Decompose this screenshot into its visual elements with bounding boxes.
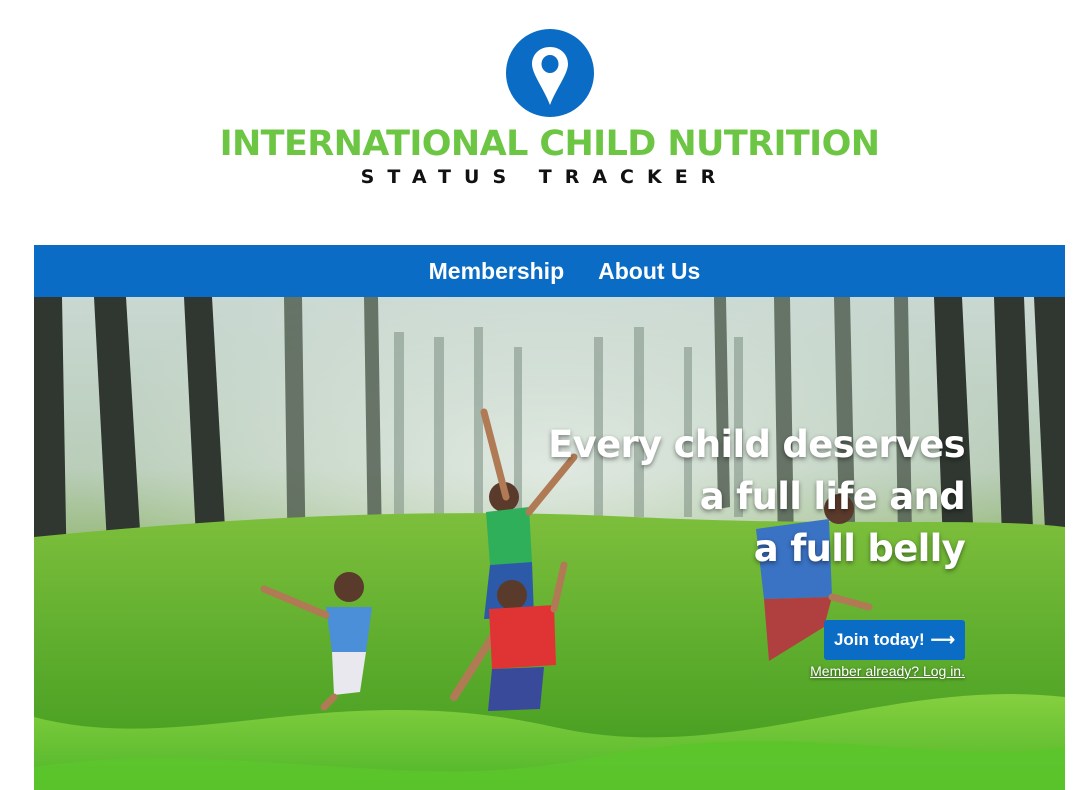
nav-about-us[interactable]: About Us xyxy=(598,258,700,285)
site-header: INTERNATIONAL CHILD NUTRITION STATUS TRA… xyxy=(0,0,1081,245)
headline-line-2: a full life and xyxy=(699,475,966,518)
main-nav: Membership About Us xyxy=(34,245,1065,297)
arrow-right-icon: ⟶ xyxy=(930,630,955,649)
nav-membership[interactable]: Membership xyxy=(429,258,564,285)
brand-title: INTERNATIONAL CHILD NUTRITION xyxy=(219,124,880,164)
location-pin-icon xyxy=(506,29,594,117)
join-button-label: Join today! xyxy=(833,630,925,649)
join-today-button[interactable]: Join today! ⟶ xyxy=(823,620,965,660)
member-login-link[interactable]: Member already? Log in. xyxy=(810,663,965,679)
brand-subtitle: STATUS TRACKER xyxy=(360,166,729,188)
headline-line-3: a full belly xyxy=(753,527,966,570)
hero-banner: Every child deserves a full life and a f… xyxy=(34,297,1065,790)
headline-line-1: Every child deserves xyxy=(548,423,966,466)
hero-headline: Every child deserves a full life and a f… xyxy=(548,419,966,575)
